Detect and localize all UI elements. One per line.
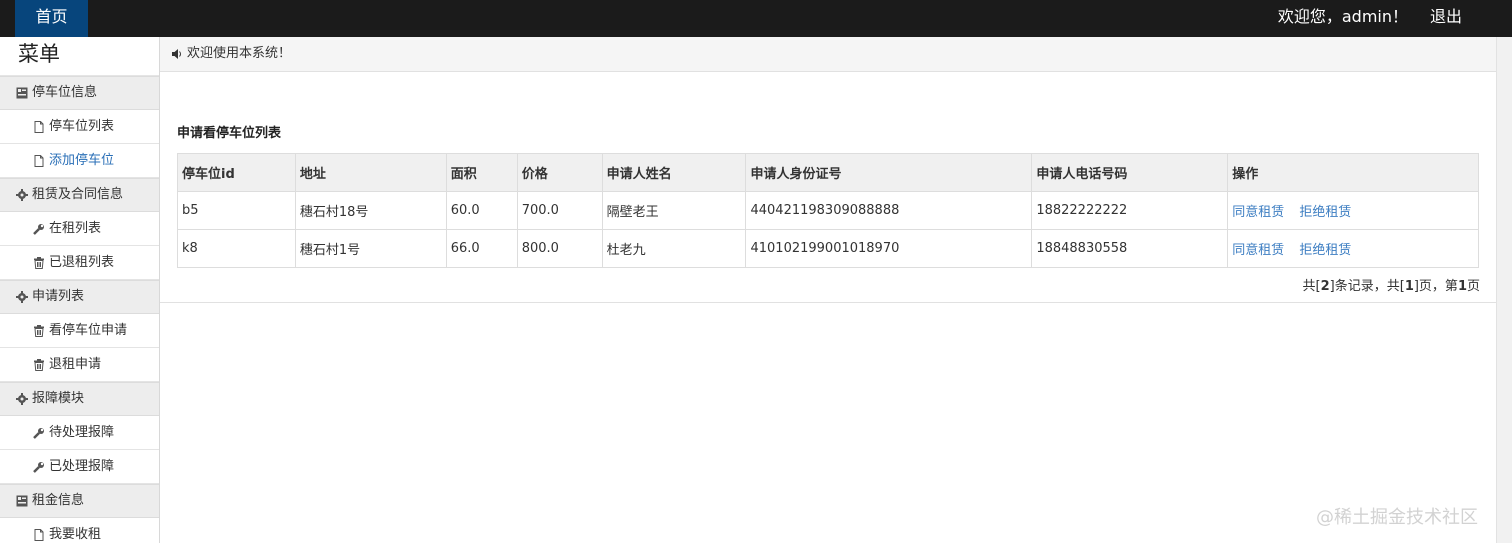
agree-lease-link[interactable]: 同意租赁 [1232, 243, 1284, 258]
watermark: @稀土掘金技术社区 [1316, 507, 1478, 528]
column-header: 申请人姓名 [601, 153, 747, 192]
sidebar-item-return-applications[interactable]: 退租申请 [0, 348, 159, 382]
trash-icon [34, 324, 44, 337]
pager-record-count: 2 [1320, 279, 1330, 294]
notice-text: 欢迎使用本系统！ [187, 46, 292, 61]
table-row: b5 穗石村18号 60.0 700.0 隔壁老王 44042119830908… [177, 191, 1479, 230]
cell-actions: 同意租赁 拒绝租赁 [1227, 229, 1479, 268]
gear-icon [16, 393, 28, 405]
file-icon [34, 154, 44, 167]
column-header: 停车位id [177, 153, 296, 192]
cell-address: 穗石村1号 [294, 229, 447, 268]
sidebar-group-rent-info[interactable]: 租金信息 [0, 484, 159, 518]
sidebar-group-label: 报障模块 [32, 391, 85, 406]
sidebar-item-label: 待处理报障 [49, 424, 115, 440]
logout-link[interactable]: 退出 [1430, 0, 1462, 34]
sidebar-item-add-parking[interactable]: 添加停车位 [0, 144, 159, 178]
sidebar-item-view-parking-applications[interactable]: 看停车位申请 [0, 314, 159, 348]
cell-actions: 同意租赁 拒绝租赁 [1227, 191, 1479, 230]
cell-id-card: 410102199001018970 [745, 229, 1033, 268]
trash-icon [34, 358, 44, 371]
cell-id-card: 440421198309088888 [745, 191, 1033, 230]
column-header: 地址 [294, 153, 447, 192]
pager-current-page: 1 [1457, 279, 1467, 294]
table-row: k8 穗石村1号 66.0 800.0 杜老九 4101021990010189… [177, 229, 1479, 268]
top-navbar: 首页 欢迎您，admin！ 退出 [0, 0, 1512, 37]
gear-icon [16, 291, 28, 303]
pager-text: ]页，第 [1413, 279, 1458, 294]
main-content: 欢迎使用本系统！ 申请看停车位列表 停车位id 地址 面积 价格 申请人姓名 申… [160, 37, 1496, 543]
sidebar-group-parking-info[interactable]: 停车位信息 [0, 76, 159, 110]
sidebar-item-pending-faults[interactable]: 待处理报障 [0, 416, 159, 450]
application-panel: 申请看停车位列表 停车位id 地址 面积 价格 申请人姓名 申请人身份证号 申请… [160, 72, 1496, 303]
sidebar-item-label: 添加停车位 [49, 152, 115, 168]
cell-price: 800.0 [516, 229, 603, 268]
sidebar-item-label: 在租列表 [49, 220, 102, 236]
welcome-text: 欢迎您，admin！ [1277, 7, 1408, 26]
pager-text: 页 [1466, 279, 1480, 294]
table-header-row: 停车位id 地址 面积 价格 申请人姓名 申请人身份证号 申请人电话号码 操作 [177, 153, 1479, 192]
agree-lease-link[interactable]: 同意租赁 [1232, 205, 1284, 220]
sidebar-item-label: 看停车位申请 [49, 322, 128, 338]
sidebar-group-fault-reports[interactable]: 报障模块 [0, 382, 159, 416]
sidebar-item-label: 已处理报障 [49, 458, 115, 474]
cell-phone: 18848830558 [1031, 229, 1229, 268]
sidebar: 菜单 停车位信息 停车位列表 添加停车位 租赁及合同信息 在租列表 已退租列表 … [0, 37, 160, 543]
wrench-icon [33, 427, 44, 439]
file-icon [34, 120, 44, 133]
sidebar-group-applications[interactable]: 申请列表 [0, 280, 159, 314]
cell-price: 700.0 [516, 191, 603, 230]
sidebar-item-label: 停车位列表 [49, 118, 115, 134]
column-header: 申请人电话号码 [1031, 153, 1229, 192]
cell-applicant-name: 隔壁老王 [601, 191, 747, 230]
list-box-icon [16, 87, 28, 99]
sidebar-group-label: 租赁及合同信息 [32, 187, 124, 202]
notice-bar: 欢迎使用本系统！ [160, 37, 1496, 72]
cell-applicant-name: 杜老九 [601, 229, 747, 268]
vertical-scrollbar[interactable] [1496, 37, 1512, 543]
speaker-icon [172, 49, 181, 59]
column-header: 面积 [445, 153, 518, 192]
sidebar-item-label: 退租申请 [49, 356, 102, 372]
sidebar-item-parking-list[interactable]: 停车位列表 [0, 110, 159, 144]
cell-phone: 18822222222 [1031, 191, 1229, 230]
pager-text: 共[ [1302, 279, 1321, 294]
gear-icon [16, 189, 28, 201]
sidebar-group-label: 停车位信息 [32, 85, 98, 100]
column-header: 申请人身份证号 [745, 153, 1033, 192]
reject-lease-link[interactable]: 拒绝租赁 [1299, 205, 1351, 220]
cell-id: k8 [177, 229, 296, 268]
trash-icon [34, 256, 44, 269]
home-tab[interactable]: 首页 [15, 0, 88, 37]
pagination-summary: 共[2]条记录，共[1]页，第1页 [1303, 275, 1480, 294]
cell-address: 穗石村18号 [294, 191, 447, 230]
sidebar-item-collect-rent[interactable]: 我要收租 [0, 518, 159, 543]
applications-table: 停车位id 地址 面积 价格 申请人姓名 申请人身份证号 申请人电话号码 操作 … [177, 153, 1479, 268]
sidebar-group-lease-contract[interactable]: 租赁及合同信息 [0, 178, 159, 212]
panel-title: 申请看停车位列表 [177, 126, 282, 141]
column-header: 操作 [1227, 153, 1479, 192]
cell-area: 66.0 [445, 229, 518, 268]
pager-text: ]条记录，共[ [1329, 279, 1405, 294]
cell-id: b5 [177, 191, 296, 230]
wrench-icon [33, 461, 44, 473]
sidebar-group-label: 申请列表 [32, 289, 85, 304]
menu-title: 菜单 [0, 37, 159, 76]
sidebar-group-label: 租金信息 [32, 493, 85, 508]
list-box-icon [16, 495, 28, 507]
reject-lease-link[interactable]: 拒绝租赁 [1299, 243, 1351, 258]
sidebar-item-renting-list[interactable]: 在租列表 [0, 212, 159, 246]
pager-page-count: 1 [1404, 279, 1414, 294]
cell-area: 60.0 [445, 191, 518, 230]
sidebar-item-returned-list[interactable]: 已退租列表 [0, 246, 159, 280]
sidebar-item-label: 已退租列表 [49, 254, 115, 270]
column-header: 价格 [516, 153, 603, 192]
file-icon [34, 528, 44, 541]
sidebar-item-label: 我要收租 [49, 526, 102, 542]
wrench-icon [33, 223, 44, 235]
sidebar-item-processed-faults[interactable]: 已处理报障 [0, 450, 159, 484]
